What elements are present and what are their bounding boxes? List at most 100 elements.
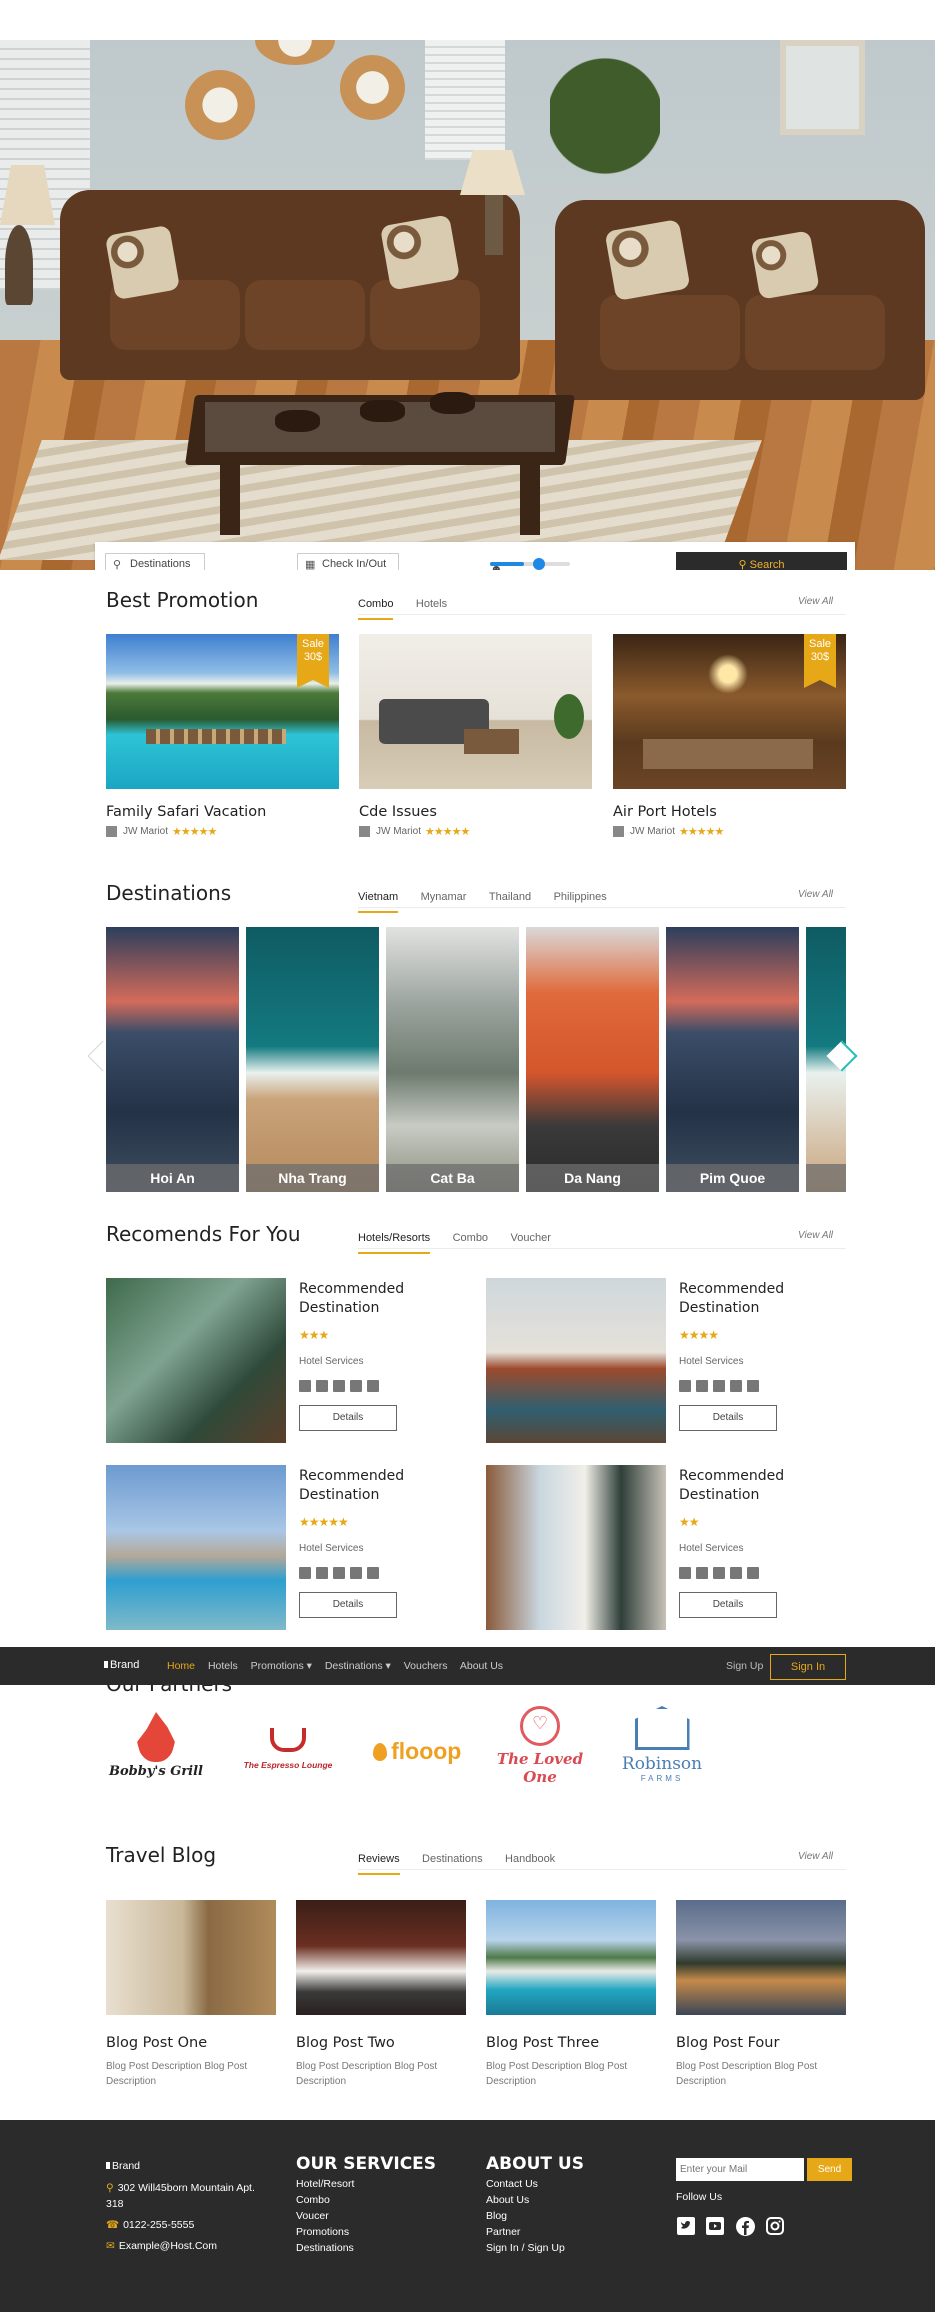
destination-card[interactable]: Nha Trang: [246, 927, 379, 1192]
footer-link[interactable]: Partner: [486, 2224, 584, 2240]
nav-destinations[interactable]: Destinations ▾: [325, 1660, 391, 1672]
instagram-icon[interactable]: [765, 2216, 785, 2236]
recommend-title[interactable]: Recommended Destination: [679, 1280, 859, 1318]
promotion-view-all[interactable]: View All: [798, 596, 833, 607]
destination-field[interactable]: ⚲ Destinations: [105, 553, 205, 570]
recommend-image: [106, 1278, 286, 1443]
partner-logo-bobbys-grill[interactable]: Bobby's Grill: [106, 1712, 206, 1779]
promo-title[interactable]: Cde Issues: [359, 804, 592, 820]
promo-card[interactable]: Sale 30$ Family Safari Vacation JW Mariot…: [106, 634, 339, 838]
blog-post-title[interactable]: Blog Post One: [106, 2035, 276, 2051]
details-button[interactable]: Details: [299, 1405, 397, 1431]
tab-reviews[interactable]: Reviews: [358, 1853, 400, 1875]
amenity-icons: [679, 1379, 764, 1397]
destination-card[interactable]: Da Nang: [526, 927, 659, 1192]
footer-link[interactable]: Voucer: [296, 2208, 436, 2224]
blog-card[interactable]: Blog Post Two Blog Post Description Blog…: [296, 1900, 466, 2089]
footer: Brand ⚲ 302 Will45born Mountain Apt. 318 …: [0, 2120, 935, 2312]
hero-candle-bowl: [275, 410, 320, 432]
search-icon: ⚲: [738, 559, 750, 570]
recommend-title[interactable]: Recommended Destination: [299, 1280, 479, 1318]
footer-phone[interactable]: ☎ 0122-255-5555: [106, 2217, 271, 2233]
newsletter-send-button[interactable]: Send: [807, 2158, 852, 2181]
blog-card[interactable]: Blog Post Four Blog Post Description Blo…: [676, 1900, 846, 2089]
nav-vouchers[interactable]: Vouchers: [404, 1660, 448, 1672]
promo-card[interactable]: Sale 30$ Air Port Hotels JW Mariot ★★★★★: [613, 634, 846, 838]
hero-candle-bowl: [360, 400, 405, 422]
footer-link[interactable]: Blog: [486, 2208, 584, 2224]
signin-button[interactable]: Sign In: [770, 1654, 846, 1680]
tab-handbook[interactable]: Handbook: [505, 1853, 555, 1873]
blog-card[interactable]: Blog Post Three Blog Post Description Bl…: [486, 1900, 656, 2089]
promo-title[interactable]: Family Safari Vacation: [106, 804, 339, 820]
guests-slider-knob[interactable]: [533, 558, 545, 570]
sale-badge: Sale 30$: [804, 634, 836, 688]
recommend-title[interactable]: Recommended Destination: [679, 1467, 859, 1505]
details-button[interactable]: Details: [299, 1592, 397, 1618]
footer-link[interactable]: Sign In / Sign Up: [486, 2240, 584, 2256]
nav-home[interactable]: Home: [167, 1660, 195, 1672]
recommend-title[interactable]: Recommended Destination: [299, 1467, 479, 1505]
facebook-icon[interactable]: [735, 2216, 755, 2236]
destination-label: Pim Quoe: [666, 1164, 799, 1192]
hero-wall-plate: [340, 55, 405, 120]
tab-hotels-resorts[interactable]: Hotels/Resorts: [358, 1232, 431, 1254]
newsletter-email-input[interactable]: [676, 2158, 804, 2181]
partner-logo-espresso-lounge[interactable]: The Espresso Lounge: [233, 1728, 343, 1770]
recommend-card: Recommended Destination ★★ Hotel Service…: [486, 1465, 866, 1630]
tab-thailand[interactable]: Thailand: [489, 891, 531, 911]
signup-link[interactable]: Sign Up: [726, 1660, 763, 1672]
footer-email[interactable]: ✉ Example@Host.Com: [106, 2238, 271, 2254]
navbar: Brand Home Hotels Promotions ▾ Destinati…: [0, 1647, 935, 1685]
partner-logo-robinson-farms[interactable]: Robinson FARMS: [612, 1706, 712, 1783]
checkin-placeholder: Check In/Out: [322, 558, 387, 570]
footer-link[interactable]: Promotions: [296, 2224, 436, 2240]
destination-card[interactable]: Pim Quoe: [666, 927, 799, 1192]
footer-link[interactable]: Hotel/Resort: [296, 2176, 436, 2192]
footer-services-title: OUR SERVICES: [296, 2154, 437, 2174]
nav-promotions[interactable]: Promotions ▾: [251, 1660, 312, 1672]
promo-title[interactable]: Air Port Hotels: [613, 804, 846, 820]
blog-post-title[interactable]: Blog Post Three: [486, 2035, 656, 2051]
tab-mynamar[interactable]: Mynamar: [421, 891, 467, 911]
tab-hotels[interactable]: Hotels: [416, 598, 447, 618]
footer-link[interactable]: Contact Us: [486, 2176, 584, 2192]
blog-post-title[interactable]: Blog Post Two: [296, 2035, 466, 2051]
sale-badge: Sale 30$: [297, 634, 329, 688]
footer-link[interactable]: Combo: [296, 2192, 436, 2208]
destinations-view-all[interactable]: View All: [798, 889, 833, 900]
footer-brand[interactable]: Brand: [106, 2158, 271, 2174]
destination-card[interactable]: Cat Ba: [386, 927, 519, 1192]
star-rating: ★★★★★: [679, 826, 724, 838]
nav-hotels[interactable]: Hotels: [208, 1660, 238, 1672]
tab-combo[interactable]: Combo: [358, 598, 394, 620]
tab-destinations[interactable]: Destinations: [422, 1853, 483, 1873]
youtube-icon[interactable]: [705, 2216, 725, 2236]
amenity-icon: [316, 1567, 328, 1579]
tab-voucher[interactable]: Voucher: [511, 1232, 551, 1252]
partner-logo-the-loved-one[interactable]: ♡ The Loved One: [490, 1706, 590, 1786]
nav-about-us[interactable]: About Us: [460, 1660, 503, 1672]
map-pin-icon: ⚲: [106, 2182, 114, 2194]
footer-link[interactable]: Destinations: [296, 2240, 436, 2256]
tab-philippines[interactable]: Philippines: [554, 891, 607, 911]
recommend-view-all[interactable]: View All: [798, 1230, 833, 1241]
checkin-field[interactable]: ▦ Check In/Out: [297, 553, 399, 570]
guests-slider[interactable]: [490, 558, 570, 570]
footer-link[interactable]: About Us: [486, 2192, 584, 2208]
tab-combo[interactable]: Combo: [453, 1232, 488, 1252]
blog-card[interactable]: Blog Post One Blog Post Description Blog…: [106, 1900, 276, 2089]
tab-vietnam[interactable]: Vietnam: [358, 891, 399, 913]
blog-post-title[interactable]: Blog Post Four: [676, 2035, 846, 2051]
details-button[interactable]: Details: [679, 1592, 777, 1618]
details-button[interactable]: Details: [679, 1405, 777, 1431]
search-button[interactable]: ⚲ Search: [676, 552, 847, 570]
star-rating: ★★★★★: [172, 826, 217, 838]
blog-view-all[interactable]: View All: [798, 1851, 833, 1862]
amenity-icons: [299, 1379, 384, 1397]
destination-card[interactable]: Hoi An: [106, 927, 239, 1192]
twitter-icon[interactable]: [676, 2216, 696, 2236]
brand-logo[interactable]: Brand: [104, 1659, 139, 1671]
partner-logo-flooop[interactable]: flooop: [362, 1738, 472, 1765]
promo-card[interactable]: Cde Issues JW Mariot ★★★★★: [359, 634, 592, 838]
